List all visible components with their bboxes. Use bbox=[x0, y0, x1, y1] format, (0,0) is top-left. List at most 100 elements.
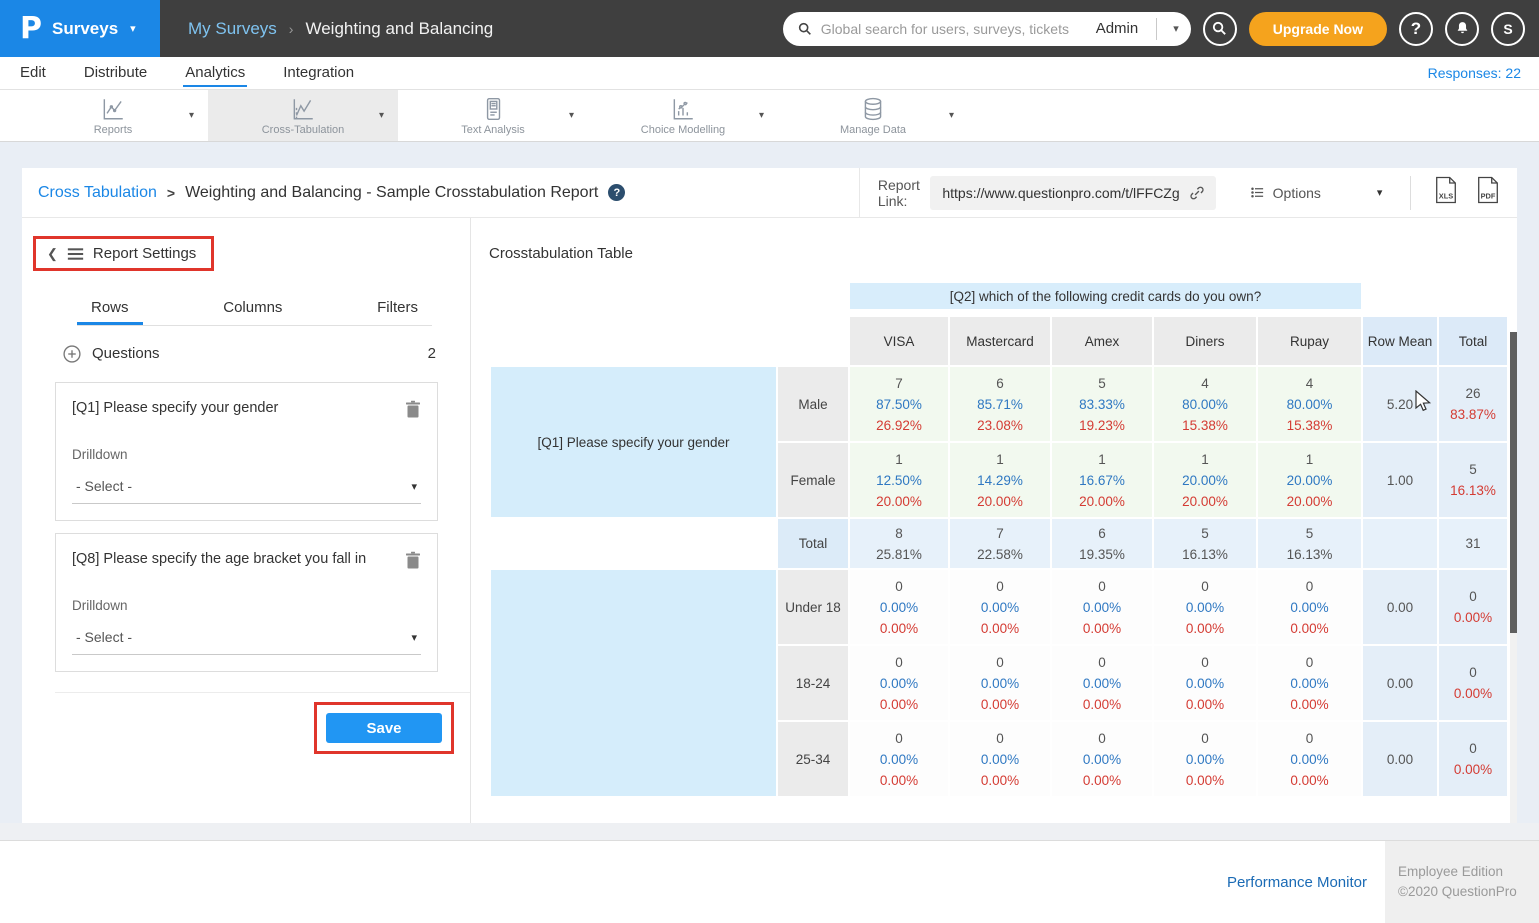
save-highlight-box: Save bbox=[314, 702, 454, 754]
row-total-cell: 00.00% bbox=[1439, 722, 1507, 796]
crosstab-cell: 00.00%0.00% bbox=[1052, 570, 1152, 644]
tab-filters[interactable]: Filters bbox=[363, 293, 432, 325]
scope-caret-icon[interactable]: ▾ bbox=[1165, 22, 1179, 35]
chevron-down-icon[interactable]: ▾ bbox=[759, 110, 764, 121]
crosstab-cell: 00.00%0.00% bbox=[1258, 722, 1361, 796]
nav-analytics[interactable]: Analytics bbox=[183, 59, 247, 87]
avatar[interactable]: S bbox=[1491, 12, 1525, 46]
link-icon[interactable] bbox=[1188, 184, 1206, 202]
nav-edit[interactable]: Edit bbox=[18, 59, 48, 87]
tool-reports[interactable]: Reports ▾ bbox=[18, 90, 208, 141]
content-panel: Cross Tabulation > Weighting and Balanci… bbox=[22, 168, 1517, 823]
performance-monitor-link[interactable]: Performance Monitor bbox=[1227, 874, 1367, 891]
search-icon bbox=[797, 21, 813, 37]
tool-label: Text Analysis bbox=[461, 124, 525, 136]
tool-choice-modelling[interactable]: Choice Modelling ▾ bbox=[588, 90, 778, 141]
search-scope-label[interactable]: Admin bbox=[1096, 20, 1149, 37]
breadcrumb-my-surveys[interactable]: My Surveys bbox=[188, 19, 277, 39]
survey-nav: Edit Distribute Analytics Integration Re… bbox=[0, 57, 1539, 90]
column-header: Diners bbox=[1154, 317, 1256, 365]
list-icon bbox=[1250, 185, 1265, 200]
spacer bbox=[0, 823, 1539, 840]
tool-cross-tabulation[interactable]: Cross-Tabulation ▾ bbox=[208, 90, 398, 141]
add-question-icon[interactable] bbox=[62, 344, 82, 364]
edition-line2: ©2020 QuestionPro bbox=[1398, 882, 1539, 902]
export-xls-button[interactable]: XLS bbox=[1433, 175, 1459, 210]
surveys-menu[interactable]: P Surveys ▾ bbox=[0, 0, 160, 57]
tool-text-analysis[interactable]: Text Analysis ▾ bbox=[398, 90, 588, 141]
spacer-cell bbox=[491, 283, 848, 309]
questions-count: 2 bbox=[428, 343, 436, 364]
save-row: Save bbox=[22, 702, 470, 754]
help-icon[interactable]: ? bbox=[608, 184, 625, 201]
row-mean-cell: 0.00 bbox=[1363, 646, 1437, 720]
options-label: Options bbox=[1273, 185, 1321, 201]
column-header: Amex bbox=[1052, 317, 1152, 365]
total-cell: 825.81% bbox=[850, 519, 948, 568]
chevron-down-icon[interactable]: ▾ bbox=[949, 110, 954, 121]
hamburger-icon bbox=[67, 247, 84, 261]
report-url-box[interactable]: https://www.questionpro.com/t/lFFCZg bbox=[930, 176, 1215, 210]
main-row: ❮ Report Settings Rows Columns Filters Q… bbox=[22, 218, 1517, 823]
help-button[interactable]: ? bbox=[1399, 12, 1433, 46]
crosstab-cell: 114.29%20.00% bbox=[950, 443, 1050, 517]
questions-label: Questions bbox=[92, 345, 160, 362]
save-button[interactable]: Save bbox=[326, 713, 442, 743]
edition-line1: Employee Edition bbox=[1398, 862, 1539, 882]
tab-rows[interactable]: Rows bbox=[77, 293, 143, 325]
column-header: Rupay bbox=[1258, 317, 1361, 365]
row-label: Under 18 bbox=[778, 570, 848, 644]
divider bbox=[1410, 176, 1411, 210]
crosstab-cell: 00.00%0.00% bbox=[1052, 722, 1152, 796]
drilldown-select[interactable]: - Select - ▾ bbox=[72, 476, 421, 504]
nav-integration[interactable]: Integration bbox=[281, 59, 356, 87]
export-pdf-button[interactable]: PDF bbox=[1475, 175, 1501, 210]
table-row: [Q1] Please specify your genderMale787.5… bbox=[491, 367, 1507, 441]
tool-manage-data[interactable]: Manage Data ▾ bbox=[778, 90, 968, 141]
report-settings-toggle[interactable]: ❮ Report Settings bbox=[33, 236, 214, 271]
notifications-button[interactable] bbox=[1445, 12, 1479, 46]
upgrade-now-button[interactable]: Upgrade Now bbox=[1249, 12, 1387, 46]
responses-count[interactable]: Responses: 22 bbox=[1428, 65, 1521, 81]
row-label: Male bbox=[778, 367, 848, 441]
chevron-down-icon[interactable]: ▾ bbox=[379, 110, 384, 121]
row-total-cell: 516.13% bbox=[1439, 443, 1507, 517]
edition-box: Employee Edition ©2020 QuestionPro bbox=[1385, 841, 1539, 923]
chevron-down-icon[interactable]: ▾ bbox=[569, 110, 574, 121]
row-mean-header: Row Mean bbox=[1363, 317, 1437, 365]
drilldown-label: Drilldown bbox=[72, 447, 421, 462]
collapse-chevron-icon: ❮ bbox=[47, 246, 58, 262]
search-button[interactable] bbox=[1203, 12, 1237, 46]
scrollbar-thumb[interactable] bbox=[1510, 332, 1517, 633]
crosstab-cell: 120.00%20.00% bbox=[1258, 443, 1361, 517]
delete-question-button[interactable] bbox=[405, 551, 421, 574]
options-menu[interactable]: Options ▾ bbox=[1250, 185, 1383, 201]
global-search[interactable]: Admin ▾ bbox=[783, 12, 1191, 46]
chevron-down-icon: ▾ bbox=[411, 480, 417, 493]
svg-text:PDF: PDF bbox=[1481, 191, 1496, 200]
tab-columns[interactable]: Columns bbox=[209, 293, 296, 325]
row-mean-cell: 0.00 bbox=[1363, 570, 1437, 644]
chevron-down-icon: ▾ bbox=[411, 631, 417, 644]
report-bar: Cross Tabulation > Weighting and Balanci… bbox=[22, 168, 1517, 218]
breadcrumb-survey-name: Weighting and Balancing bbox=[305, 19, 493, 39]
tool-label: Choice Modelling bbox=[641, 124, 725, 136]
drilldown-select-value: - Select - bbox=[76, 478, 132, 494]
table-row: Under 1800.00%0.00%00.00%0.00%00.00%0.00… bbox=[491, 570, 1507, 644]
total-cell: 516.13% bbox=[1154, 519, 1256, 568]
total-row-mean-cell bbox=[1363, 519, 1437, 568]
chevron-down-icon[interactable]: ▾ bbox=[189, 110, 194, 121]
trash-icon bbox=[405, 551, 421, 569]
table-scrollbar[interactable] bbox=[1510, 332, 1517, 823]
drilldown-select[interactable]: - Select - ▾ bbox=[72, 627, 421, 655]
nav-distribute[interactable]: Distribute bbox=[82, 59, 149, 87]
chevron-down-icon: ▾ bbox=[130, 22, 136, 35]
delete-question-button[interactable] bbox=[405, 400, 421, 423]
report-url[interactable]: https://www.questionpro.com/t/lFFCZg bbox=[942, 185, 1179, 201]
cross-tabulation-link[interactable]: Cross Tabulation bbox=[38, 184, 157, 202]
search-input[interactable] bbox=[821, 21, 1088, 37]
crosstab-cell: 00.00%0.00% bbox=[850, 646, 948, 720]
report-breadcrumb: Cross Tabulation > Weighting and Balanci… bbox=[22, 168, 859, 217]
crosstab-cell: 583.33%19.23% bbox=[1052, 367, 1152, 441]
grand-total-cell: 31 bbox=[1439, 519, 1507, 568]
